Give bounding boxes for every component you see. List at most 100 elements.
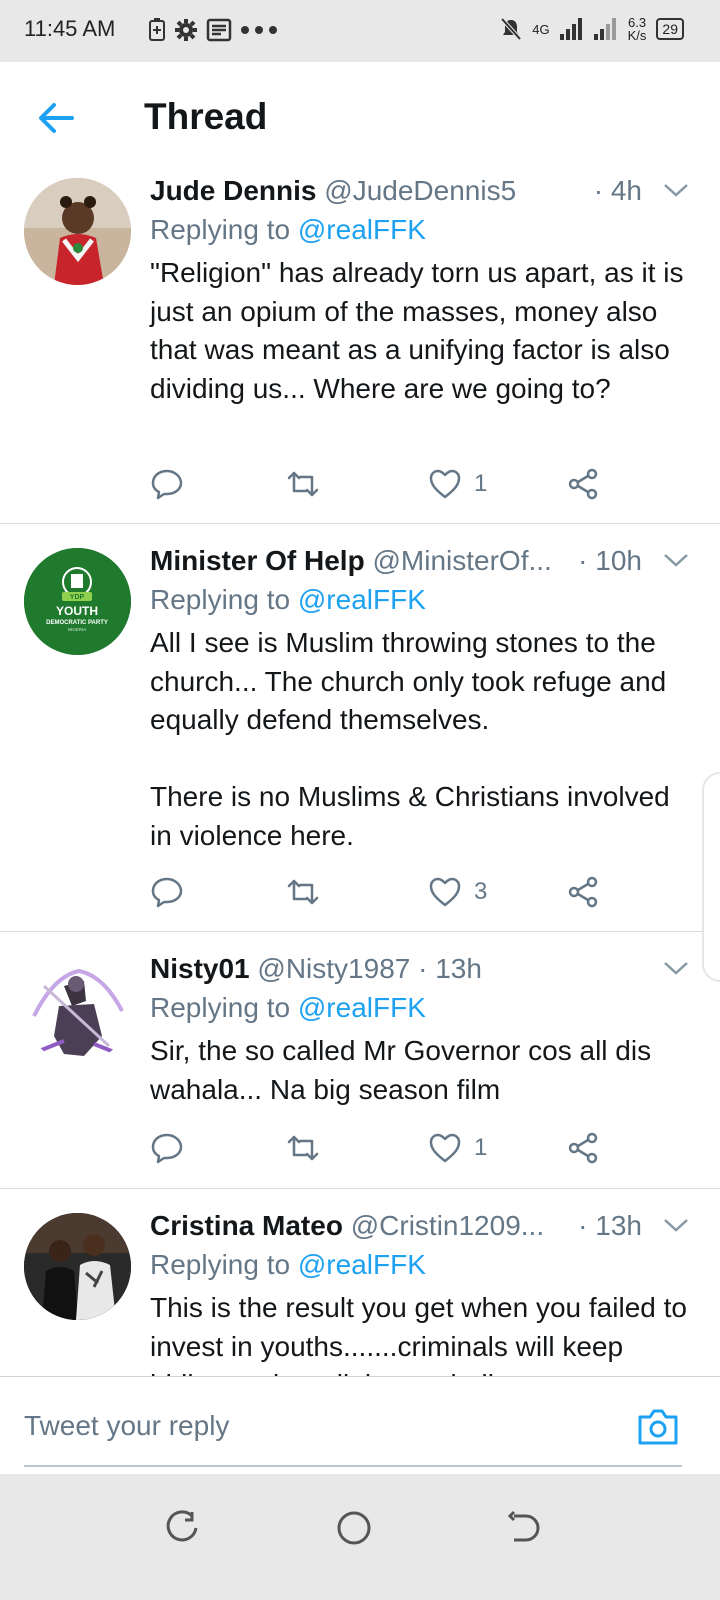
status-system-icons: 4G 6.3 K/s 29 — [500, 16, 684, 42]
tweet-meta: Nisty01 @Nisty1987 · 13h — [150, 950, 690, 988]
heart-icon — [429, 877, 461, 907]
chevron-down-icon[interactable] — [662, 1213, 690, 1237]
camera-icon[interactable] — [636, 1407, 680, 1447]
reply-button[interactable] — [150, 872, 184, 912]
author-handle[interactable]: @JudeDennis5 — [324, 175, 516, 206]
tweet-text: Sir, the so called Mr Governor cos all d… — [150, 1035, 652, 1105]
replying-prefix: Replying to — [150, 584, 291, 615]
ydp-logo-image: YDP YOUTH DEMOCRATIC PARTY NIGERIA — [24, 548, 131, 655]
comment-icon — [151, 1133, 183, 1164]
replying-prefix: Replying to — [150, 992, 291, 1023]
avatar[interactable]: YDP YOUTH DEMOCRATIC PARTY NIGERIA — [24, 548, 131, 655]
reply-button[interactable] — [150, 1128, 184, 1168]
tweet-item[interactable]: Jude Dennis @JudeDennis5 · 4h Replying t… — [0, 172, 720, 524]
warrior-illustration-image — [24, 956, 131, 1063]
battery-saver-icon — [149, 18, 165, 41]
status-notification-icons — [148, 18, 278, 42]
tweet-meta: Cristina Mateo @Cristin1209... · 13h — [150, 1207, 690, 1245]
replying-prefix: Replying to — [150, 1249, 291, 1280]
author-name[interactable]: Nisty01 — [150, 953, 250, 984]
heart-icon — [429, 1133, 461, 1163]
system-nav-bar — [0, 1474, 720, 1600]
share-icon — [568, 1132, 598, 1164]
share-icon — [568, 468, 598, 500]
tweet-time: · 10h — [578, 545, 642, 576]
replying-to: Replying to @realFFK — [150, 988, 690, 1028]
replying-prefix: Replying to — [150, 214, 291, 245]
tweet-actions: 1 — [150, 464, 620, 504]
author-name[interactable]: Minister Of Help — [150, 545, 365, 576]
tweet-item[interactable]: YDP YOUTH DEMOCRATIC PARTY NIGERIA Minis… — [0, 524, 720, 932]
replying-to-link[interactable]: @realFFK — [298, 584, 426, 615]
retweet-icon — [287, 879, 319, 905]
arrow-left-icon[interactable] — [36, 98, 76, 138]
tweet-text: "Religion" has already torn us apart, as… — [150, 257, 684, 404]
more-dots-icon — [241, 26, 277, 34]
status-bar: 11:45 AM 4G 6.3 K/s 29 — [0, 0, 720, 62]
author-handle[interactable]: @Nisty1987 — [257, 953, 410, 984]
speed-indicator: 6.3 K/s — [628, 16, 647, 42]
like-count: 1 — [474, 1134, 488, 1161]
replying-to: Replying to @realFFK — [150, 580, 690, 620]
home-icon[interactable] — [334, 1508, 374, 1548]
replying-to: Replying to @realFFK — [150, 210, 690, 250]
ydp-line3-text: NIGERIA — [68, 627, 87, 632]
heart-icon — [429, 469, 461, 499]
retweet-icon — [287, 1135, 319, 1161]
child-photo-image — [24, 178, 131, 285]
like-button[interactable]: 1 — [428, 1128, 487, 1168]
couple-photo-image — [24, 1213, 131, 1320]
tweet-reply-input[interactable]: Tweet your reply — [24, 1393, 682, 1467]
share-button[interactable] — [566, 464, 600, 504]
avatar[interactable] — [24, 956, 131, 1063]
avatar[interactable] — [24, 178, 131, 285]
recent-apps-icon[interactable] — [162, 1508, 202, 1548]
like-button[interactable]: 1 — [428, 464, 487, 504]
speed-unit: K/s — [627, 28, 647, 43]
network-type: 4G — [532, 21, 550, 37]
comment-icon — [151, 877, 183, 908]
ydp-badge-text: YDP — [70, 594, 85, 601]
chevron-down-icon[interactable] — [662, 548, 690, 572]
signal-icon-2 — [593, 18, 616, 40]
share-icon — [568, 876, 598, 908]
reply-button[interactable] — [150, 464, 184, 504]
retweet-button[interactable] — [286, 872, 320, 912]
tweet-item[interactable]: Nisty01 @Nisty1987 · 13h Replying to @re… — [0, 932, 720, 1189]
tweet-meta: Jude Dennis @JudeDennis5 · 4h — [150, 172, 690, 210]
like-button[interactable]: 3 — [428, 872, 487, 912]
author-name[interactable]: Jude Dennis — [150, 175, 316, 206]
battery-indicator: 29 — [656, 18, 684, 40]
tweet-text: This is the result you get when you fail… — [150, 1292, 687, 1376]
thread-list[interactable]: Jude Dennis @JudeDennis5 · 4h Replying t… — [0, 172, 720, 1376]
chevron-down-icon[interactable] — [662, 178, 690, 202]
tweet-time: · 13h — [418, 953, 482, 984]
replying-to-link[interactable]: @realFFK — [298, 214, 426, 245]
retweet-icon — [287, 471, 319, 497]
retweet-button[interactable] — [286, 464, 320, 504]
retweet-button[interactable] — [286, 1128, 320, 1168]
tweet-item[interactable]: Cristina Mateo @Cristin1209... · 13h Rep… — [0, 1189, 720, 1376]
author-handle[interactable]: @Cristin1209... — [351, 1210, 544, 1241]
replying-to-link[interactable]: @realFFK — [298, 1249, 426, 1280]
replying-to: Replying to @realFFK — [150, 1245, 690, 1285]
replying-to-link[interactable]: @realFFK — [298, 992, 426, 1023]
status-time: 11:45 AM — [24, 16, 116, 41]
author-name[interactable]: Cristina Mateo — [150, 1210, 343, 1241]
tweet-actions: 1 — [150, 1128, 620, 1168]
author-handle[interactable]: @MinisterOf... — [372, 545, 551, 576]
like-count: 3 — [474, 878, 488, 905]
share-button[interactable] — [566, 872, 600, 912]
news-icon — [206, 18, 232, 42]
chevron-down-icon[interactable] — [662, 956, 690, 980]
avatar[interactable] — [24, 1213, 131, 1320]
back-nav-icon[interactable] — [504, 1508, 544, 1548]
share-button[interactable] — [566, 1128, 600, 1168]
edge-panel-handle[interactable] — [702, 772, 720, 982]
page-title: Thread — [144, 96, 268, 137]
tweet-time: · 13h — [578, 1210, 642, 1241]
tweet-text: All I see is Muslim throwing stones to t… — [150, 627, 670, 851]
ydp-line2-text: DEMOCRATIC PARTY — [46, 620, 108, 626]
tweet-meta: Minister Of Help @MinisterOf... · 10h — [150, 542, 690, 580]
app-header: Thread — [0, 62, 720, 173]
